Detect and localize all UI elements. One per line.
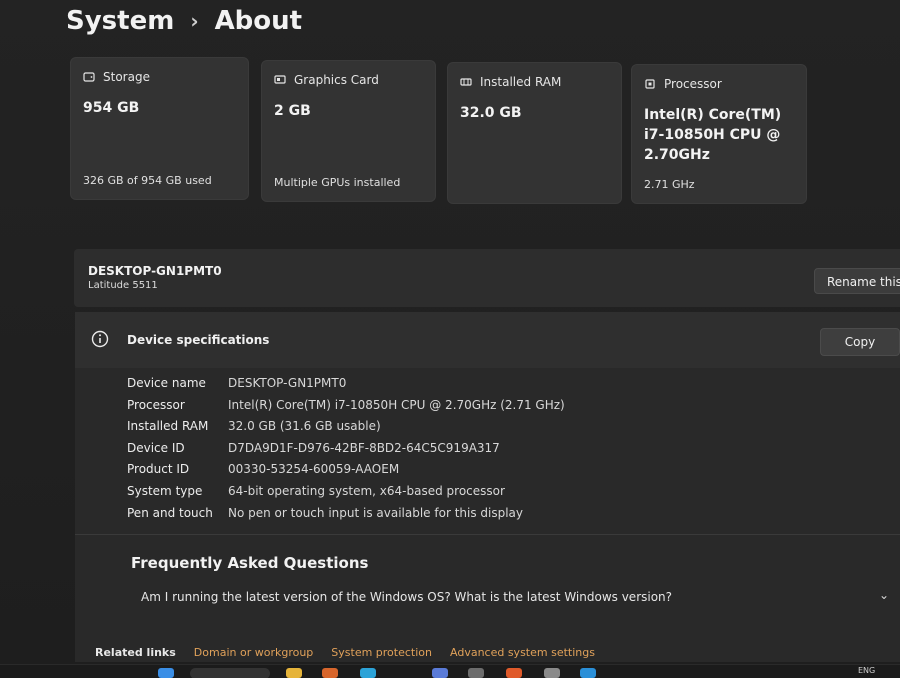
installed-ram-card[interactable]: Installed RAM 32.0 GB bbox=[447, 62, 622, 204]
storage-card[interactable]: Storage 954 GB 326 GB of 954 GB used bbox=[70, 57, 249, 200]
app-icon[interactable] bbox=[468, 668, 484, 678]
spec-key: Processor bbox=[127, 397, 185, 412]
ram-icon bbox=[460, 78, 472, 86]
graphics-card-title: Graphics Card bbox=[294, 73, 379, 87]
storage-value: 954 GB bbox=[83, 100, 140, 116]
installed-ram-title: Installed RAM bbox=[480, 75, 562, 89]
settings-icon[interactable] bbox=[544, 668, 560, 678]
processor-value-line: 2.70GHz bbox=[644, 147, 710, 163]
spec-key: Device name bbox=[127, 376, 206, 390]
device-name-bar: DESKTOP-GN1PMT0 Latitude 5511 Rename thi… bbox=[74, 249, 900, 307]
spec-key: Product ID bbox=[127, 462, 190, 477]
settings-window: System › About Storage 954 GB 326 GB of … bbox=[0, 0, 900, 678]
spec-value: 64-bit operating system, x64-based proce… bbox=[228, 483, 505, 498]
graphics-card-icon bbox=[274, 75, 286, 84]
divider bbox=[75, 534, 900, 535]
storage-card-title: Storage bbox=[103, 70, 150, 84]
start-icon[interactable] bbox=[158, 668, 174, 678]
spec-value: 00330-53254-60059-AAOEM bbox=[228, 462, 400, 477]
spec-value: D7DA9D1F-D976-42BF-8BD2-64C5C919A317 bbox=[228, 440, 500, 455]
app-icon[interactable] bbox=[360, 668, 376, 678]
spec-key: System type bbox=[127, 483, 203, 498]
related-links-label: Related links bbox=[95, 646, 176, 659]
storage-icon bbox=[83, 72, 95, 82]
device-name: DESKTOP-GN1PMT0 bbox=[88, 264, 222, 278]
installed-ram-value: 32.0 GB bbox=[460, 105, 522, 121]
related-links: Related links Domain or workgroup System… bbox=[95, 646, 595, 659]
advanced-system-settings-link[interactable]: Advanced system settings bbox=[450, 646, 595, 659]
language-indicator[interactable]: ENG bbox=[858, 666, 875, 675]
processor-title: Processor bbox=[664, 77, 722, 91]
faq-question[interactable]: Am I running the latest version of the W… bbox=[141, 590, 672, 604]
search-box[interactable] bbox=[190, 668, 270, 678]
graphics-card-value: 2 GB bbox=[274, 103, 311, 119]
spec-key: Pen and touch bbox=[127, 505, 213, 520]
spec-key: Device ID bbox=[127, 440, 185, 455]
spec-key: Installed RAM bbox=[127, 419, 209, 434]
app-icon[interactable] bbox=[322, 668, 338, 678]
app-icon[interactable] bbox=[580, 668, 596, 678]
graphics-card-card[interactable]: Graphics Card 2 GB Multiple GPUs install… bbox=[261, 60, 436, 202]
spec-value: Intel(R) Core(TM) i7-10850H CPU @ 2.70GH… bbox=[228, 397, 565, 412]
processor-value-line: Intel(R) Core(TM) bbox=[644, 107, 782, 123]
breadcrumb: System › About bbox=[66, 6, 302, 36]
copy-button[interactable]: Copy bbox=[820, 328, 900, 356]
system-protection-link[interactable]: System protection bbox=[331, 646, 432, 659]
graphics-card-sub: Multiple GPUs installed bbox=[274, 176, 401, 189]
spec-value: 32.0 GB (31.6 GB usable) bbox=[228, 419, 381, 434]
device-specifications-title: Device specifications bbox=[127, 333, 270, 347]
info-icon bbox=[91, 330, 109, 348]
rename-pc-button[interactable]: Rename this PC bbox=[814, 268, 900, 294]
page-title: About bbox=[214, 6, 303, 36]
app-icon[interactable] bbox=[506, 668, 522, 678]
faq-title: Frequently Asked Questions bbox=[131, 554, 369, 572]
processor-value: Intel(R) Core(TM) i7-10850H CPU @ 2.70GH… bbox=[644, 105, 781, 165]
chevron-down-icon[interactable]: ⌄ bbox=[879, 588, 889, 602]
breadcrumb-parent[interactable]: System bbox=[66, 6, 174, 36]
processor-speed: 2.71 GHz bbox=[644, 178, 695, 191]
file-explorer-icon[interactable] bbox=[286, 668, 302, 678]
app-icon[interactable] bbox=[432, 668, 448, 678]
chevron-right-icon: › bbox=[190, 9, 199, 33]
device-specifications-panel: Device specifications Copy Device name DE… bbox=[75, 312, 900, 662]
taskbar: ENG bbox=[0, 664, 900, 678]
device-specifications-header[interactable]: Device specifications Copy bbox=[75, 312, 900, 368]
storage-usage: 326 GB of 954 GB used bbox=[83, 174, 212, 187]
spec-value: No pen or touch input is available for t… bbox=[228, 505, 524, 520]
device-model: Latitude 5511 bbox=[88, 280, 158, 291]
spec-value: DESKTOP-GN1PMT0 bbox=[228, 376, 347, 390]
processor-icon bbox=[645, 79, 655, 89]
processor-card[interactable]: Processor Intel(R) Core(TM) i7-10850H CP… bbox=[631, 64, 807, 204]
processor-value-line: i7-10850H CPU @ bbox=[644, 127, 781, 143]
domain-workgroup-link[interactable]: Domain or workgroup bbox=[194, 646, 314, 659]
